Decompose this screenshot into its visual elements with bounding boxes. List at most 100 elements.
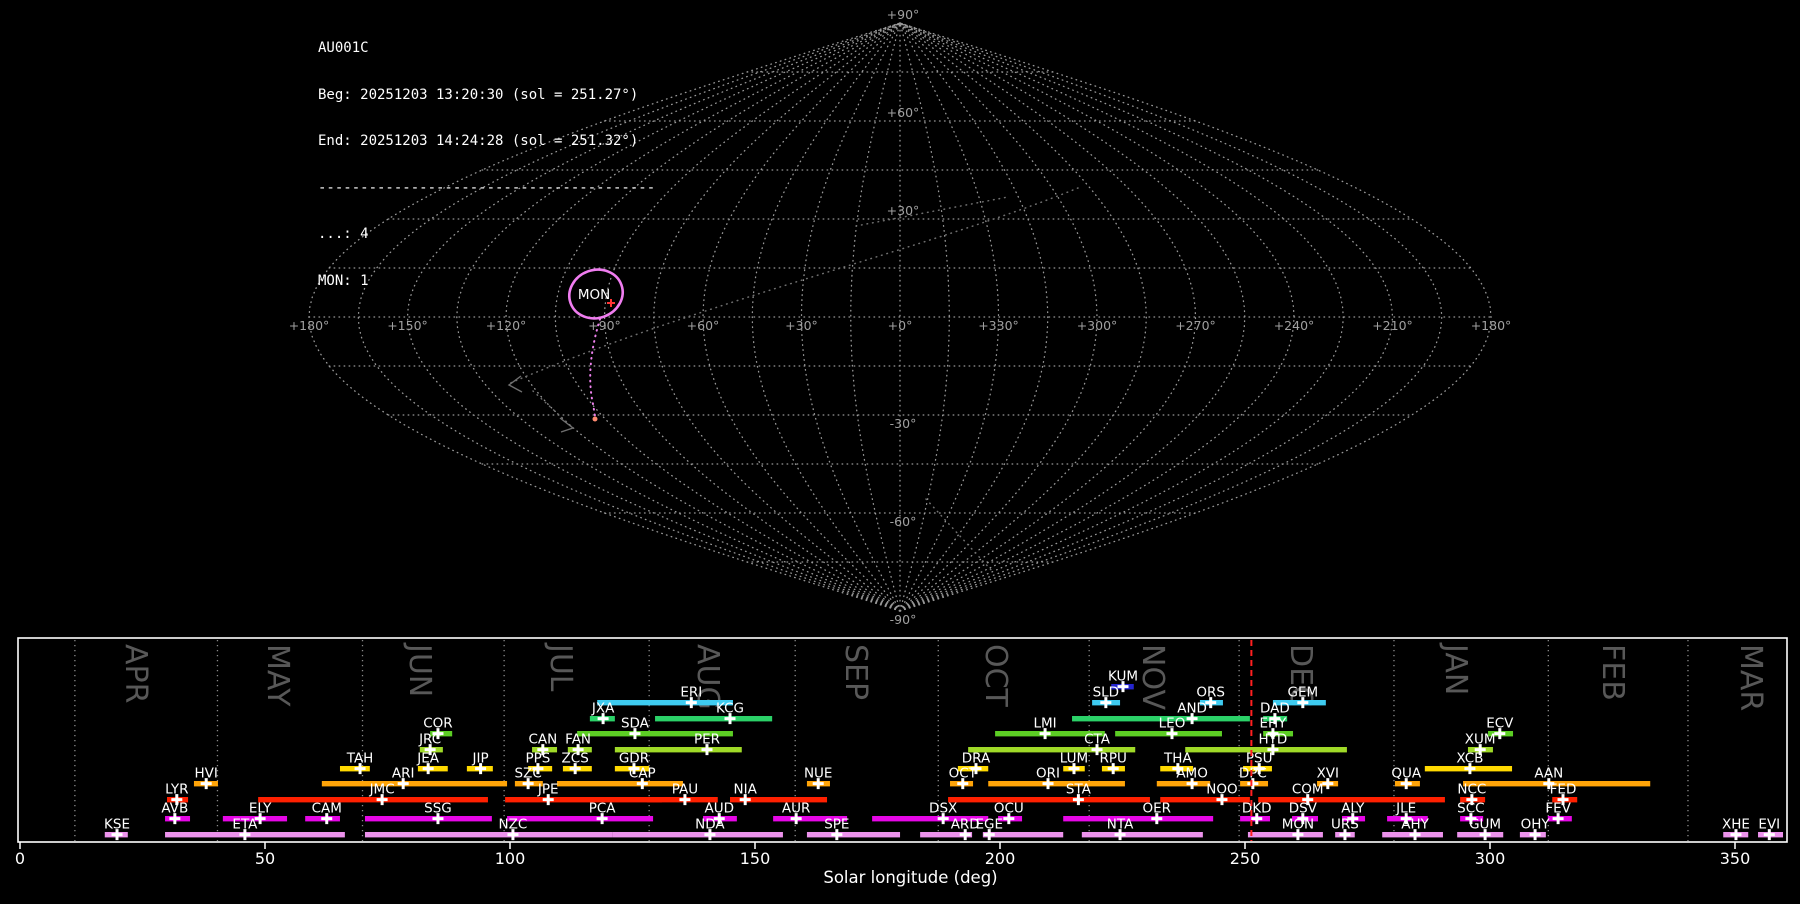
sporadic-count: ...: 4 <box>318 226 369 242</box>
map-meridian--60 <box>702 22 901 612</box>
shower-label-CTA: CTA <box>1084 732 1111 748</box>
shower-bar-CAP <box>557 781 683 787</box>
x-tick-label-100: 100 <box>495 849 526 868</box>
shower-bar-ORI <box>988 781 1125 787</box>
shower-label-ERI: ERI <box>680 685 702 701</box>
map-lon-label--30: +330° <box>978 318 1019 333</box>
shower-label-HVI: HVI <box>195 766 218 782</box>
month-label-SEP: SEP <box>838 644 873 700</box>
sporadic-trail-3 <box>925 498 994 573</box>
shower-bar-EGE <box>982 832 1064 838</box>
shower-label-RPU: RPU <box>1099 751 1126 767</box>
shower-bar-AMO <box>1156 781 1211 787</box>
mon-meteor-endpoint <box>592 416 598 422</box>
shower-label-QUA: QUA <box>1391 766 1422 782</box>
observation-info-block: AU001C Beg: 20251203 13:20:30 (sol = 251… <box>318 10 655 320</box>
activity-chart: APR MAY JUN JUL AUG SEP OCT NOV DEC JAN FEB MARKUME… <box>15 637 1788 887</box>
map-lon-label--180: +180° <box>1471 318 1512 333</box>
shower-label-JRC: JRC <box>418 732 441 748</box>
map-lon-label-120: +120° <box>486 318 527 333</box>
month-label-APR: APR <box>118 644 153 703</box>
month-label-JUN: JUN <box>402 642 437 697</box>
shower-label-NUE: NUE <box>804 766 833 782</box>
shower-label-KUM: KUM <box>1108 669 1138 685</box>
sporadic-trail-arrow-1 <box>507 375 523 393</box>
shower-label-OER: OER <box>1143 801 1172 817</box>
shower-label-GEM: GEM <box>1287 685 1318 701</box>
shower-label-FAN: FAN <box>565 732 591 748</box>
shower-bar-NZC <box>364 832 613 838</box>
shower-label-JLE: JLE <box>1395 801 1416 817</box>
sky-map-and-activity-plot: +90° +60° +30° -30° -60° -90° +180° +150° +120° +… <box>15 7 1788 887</box>
shower-label-AVB: AVB <box>161 801 188 817</box>
shower-label-COM: COM <box>1292 782 1324 798</box>
shower-bar-STA <box>948 797 1150 803</box>
x-tick-label-50: 50 <box>255 849 275 868</box>
map-lon-label-60: +60° <box>687 318 720 333</box>
shower-bar-OER <box>1063 816 1214 822</box>
shower-label-EVI: EVI <box>1758 817 1780 833</box>
shower-label-PSU: PSU <box>1246 751 1273 767</box>
shower-label-ZCS: ZCS <box>562 751 589 767</box>
shower-label-JXA: JXA <box>591 701 615 717</box>
month-label-FEB: FEB <box>1595 644 1630 701</box>
shower-label-HYD: HYD <box>1259 732 1288 748</box>
map-lat-label--30: -30° <box>890 416 917 431</box>
map-lat-label--60: -60° <box>890 514 917 529</box>
shower-label-DKD: DKD <box>1242 801 1272 817</box>
shower-bar-MON <box>1247 832 1323 838</box>
mon-count: MON: 1 <box>318 272 369 289</box>
shower-label-LEO: LEO <box>1159 716 1186 732</box>
shower-label-NTA: NTA <box>1107 817 1134 833</box>
shower-label-ORI: ORI <box>1036 766 1060 782</box>
shower-bar-KCG <box>655 716 773 722</box>
shower-label-SCC: SCC <box>1457 801 1484 817</box>
month-label-MAY: MAY <box>260 644 295 707</box>
shower-label-OHY: OHY <box>1521 817 1551 833</box>
map-lon-label--90: +270° <box>1175 318 1216 333</box>
separator-line: ---------------------------------------- <box>318 179 656 196</box>
shower-bar-ERI <box>597 700 733 706</box>
shower-bar-JMC <box>258 797 488 803</box>
shower-label-SLD: SLD <box>1093 685 1120 701</box>
shower-label-JEA: JEA <box>416 751 440 767</box>
shower-label-AUR: AUR <box>782 801 811 817</box>
map-meridian-165 <box>899 22 1443 612</box>
shower-bar-NTA <box>1081 832 1203 838</box>
shower-label-XVI: XVI <box>1317 766 1339 782</box>
map-lon-label-180: +180° <box>289 318 330 333</box>
sporadic-trail-arrow-2 <box>559 417 575 433</box>
map-lat-label-60: +60° <box>887 105 920 120</box>
shower-label-NOO: NOO <box>1206 782 1237 798</box>
shower-label-NCC: NCC <box>1457 782 1486 798</box>
shower-label-PAU: PAU <box>672 782 698 798</box>
shower-label-THA: THA <box>1163 751 1192 767</box>
shower-label-AMO: AMO <box>1176 766 1208 782</box>
x-tick-label-150: 150 <box>740 849 771 868</box>
shower-label-NZC: NZC <box>499 817 528 833</box>
shower-label-DPC: DPC <box>1239 766 1267 782</box>
shower-label-SZC: SZC <box>515 766 542 782</box>
begin-time-line: Beg: 20251203 13:20:30 (sol = 251.27°) <box>318 86 639 103</box>
map-lon-label-0: +0° <box>888 318 913 333</box>
shower-label-AAN: AAN <box>1534 766 1563 782</box>
shower-bar-ETA <box>165 832 345 838</box>
shower-label-NDA: NDA <box>695 817 725 833</box>
shower-label-LUM: LUM <box>1060 751 1088 767</box>
shower-label-FED: FED <box>1550 782 1577 798</box>
shower-label-EGE: EGE <box>975 817 1003 833</box>
station-id: AU001C <box>318 40 369 56</box>
screenshot-root: AU001C Beg: 20251203 13:20:30 (sol = 251… <box>0 0 1800 900</box>
shower-bar-PCA <box>507 816 654 822</box>
map-lon-label--60: +300° <box>1077 318 1118 333</box>
sporadic-trail-4 <box>855 196 1009 227</box>
shower-label-ORS: ORS <box>1196 685 1225 701</box>
shower-label-DRA: DRA <box>962 751 991 767</box>
shower-label-DSV: DSV <box>1289 801 1318 817</box>
shower-label-AHY: AHY <box>1401 817 1429 833</box>
shower-label-MON: MON <box>1282 817 1314 833</box>
shower-label-PER: PER <box>694 732 720 748</box>
shower-bar-SPE <box>806 832 901 838</box>
map-lon-label-90: +90° <box>588 318 621 333</box>
map-lat-label-30: +30° <box>887 203 920 218</box>
